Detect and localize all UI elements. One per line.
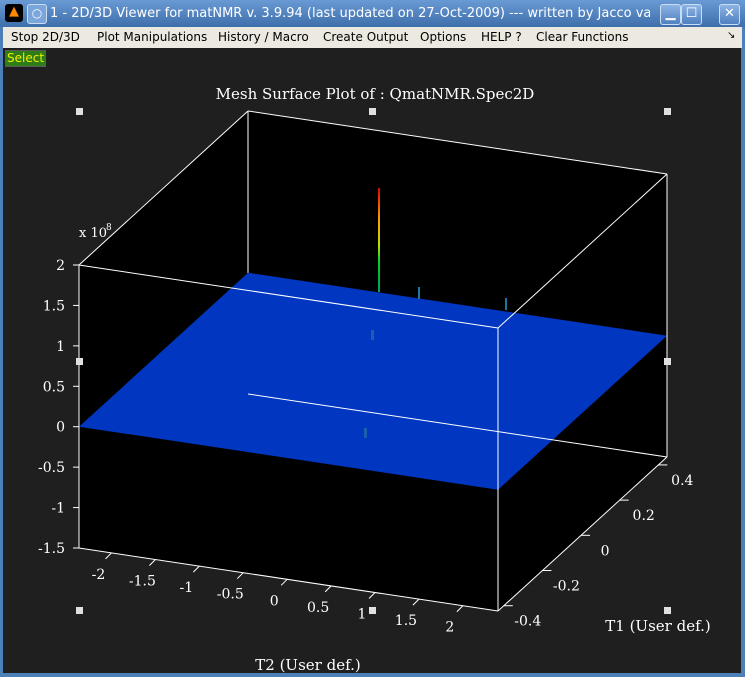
x-tick-label: -1.5: [129, 573, 156, 589]
y-tick-label: 0.4: [671, 473, 693, 489]
select-button[interactable]: Select: [5, 50, 47, 67]
peak: [371, 330, 374, 340]
x-tick-label: -1: [180, 580, 194, 596]
z-tick-label: 2: [56, 258, 65, 274]
x-axis-label: T2 (User def.): [255, 656, 360, 673]
matlab-logo-icon: ▲: [5, 4, 23, 22]
y-tick-label: -0.2: [553, 579, 580, 595]
x-tick: [456, 605, 464, 613]
y-axis-label: T1 (User def.): [605, 617, 710, 635]
x-tick: [236, 572, 244, 580]
y-tick-label: 0.2: [633, 508, 655, 524]
z-exponent: x 10: [79, 226, 107, 241]
x-tick-label: 0.5: [307, 600, 329, 616]
main-peak: [378, 188, 380, 292]
z-tick-label: 0: [56, 420, 65, 436]
title-bar: ▲ ○ 1 - 2D/3D Viewer for matNMR v. 3.9.9…: [0, 0, 745, 27]
resize-handle: [369, 108, 376, 115]
maximize-icon[interactable]: ☐: [681, 4, 702, 25]
x-tick: [368, 592, 376, 599]
x-tick: [280, 578, 288, 586]
resize-handle: [664, 607, 671, 614]
window: ▲ ○ 1 - 2D/3D Viewer for matNMR v. 3.9.9…: [0, 0, 745, 677]
minimize-icon[interactable]: ▁: [660, 4, 681, 25]
y-tick-label: 0: [601, 543, 610, 559]
menu-help[interactable]: HELP ?: [481, 30, 522, 44]
x-tick: [324, 585, 332, 593]
menu-create-output[interactable]: Create Output: [323, 30, 408, 44]
x-tick-label: -0.5: [217, 587, 244, 603]
menu-stop-2d3d[interactable]: Stop 2D/3D: [11, 30, 80, 44]
surface-plot[interactable]: -1.5 -1 -0.5 0 0.5 1 1.5 2 -2 -1.5 -1 -0.5 0 0.5 1 1.5 2…: [3, 48, 741, 673]
resize-handle: [76, 607, 83, 614]
x-tick: [412, 598, 420, 606]
chart-title: Mesh Surface Plot of : QmatNMR.Spec2D: [216, 85, 535, 103]
window-title: 1 - 2D/3D Viewer for matNMR v. 3.9.94 (l…: [50, 6, 650, 21]
window-menu-icon[interactable]: ○: [27, 4, 47, 24]
x-tick-label: 1.5: [395, 613, 417, 629]
resize-handle: [76, 108, 83, 115]
x-tick-label: -2: [92, 567, 106, 583]
resize-handle: [664, 358, 671, 365]
menu-options[interactable]: Options: [420, 30, 466, 44]
peak: [364, 428, 367, 438]
peak: [418, 287, 420, 299]
z-tick-label: 1: [56, 339, 65, 355]
close-icon[interactable]: ✕: [719, 4, 740, 25]
x-tick: [105, 552, 112, 560]
z-exponent-power: 8: [106, 223, 112, 233]
menu-clear-functions[interactable]: Clear Functions: [536, 30, 629, 44]
z-tick-label: -1.5: [38, 541, 65, 557]
y-tick-label: -0.4: [514, 614, 541, 630]
z-tick-label: -1: [51, 501, 65, 517]
dock-icon[interactable]: ↘: [727, 30, 735, 41]
z-tick-label: 1.5: [43, 298, 65, 314]
x-tick: [149, 559, 156, 566]
resize-handle: [369, 607, 376, 614]
x-tick-label: 1: [358, 607, 367, 623]
menu-plot-manipulations[interactable]: Plot Manipulations: [97, 30, 207, 44]
menu-bar: Stop 2D/3D Plot Manipulations History / …: [3, 27, 742, 48]
x-tick-label: 0: [270, 593, 279, 609]
peak: [505, 298, 507, 310]
z-tick-label: -0.5: [38, 460, 65, 476]
resize-handle: [76, 358, 83, 365]
figure-area: -1.5 -1 -0.5 0 0.5 1 1.5 2 -2 -1.5 -1 -0.5 0 0.5 1 1.5 2…: [3, 48, 741, 673]
z-tick-label: 0.5: [43, 379, 65, 395]
menu-history-macro[interactable]: History / Macro: [218, 30, 309, 44]
x-tick-label: 2: [445, 620, 454, 636]
x-tick: [192, 565, 200, 573]
resize-handle: [664, 108, 671, 115]
